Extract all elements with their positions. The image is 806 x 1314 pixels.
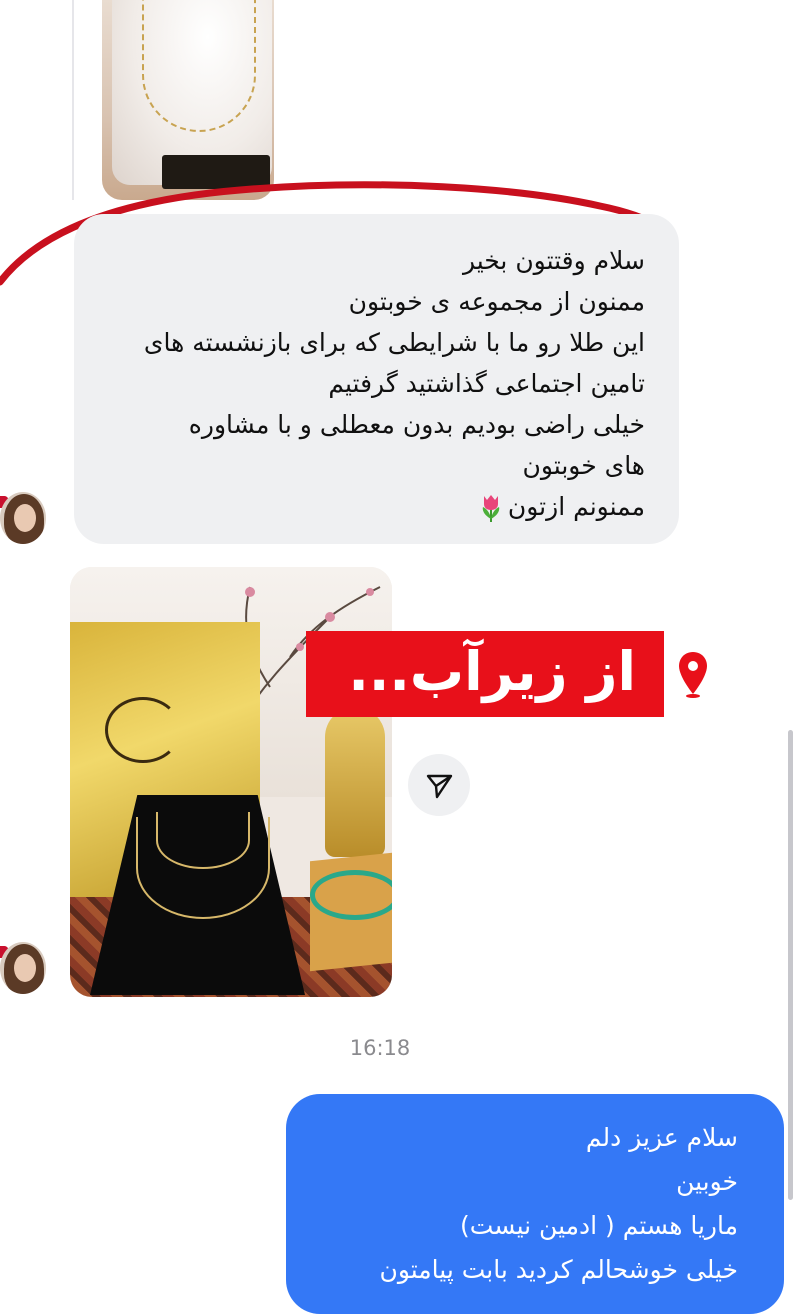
tulip-icon [482, 495, 500, 522]
message-line: این طلا رو ما با شرایطی که برای بازنشسته… [143, 328, 645, 357]
message-line-last: ممنونم ازتون [94, 486, 645, 527]
overlay-banner: از زیرآب... [306, 631, 664, 717]
avatar-face [14, 954, 36, 982]
brand-logo-mark [105, 697, 181, 763]
necklace-long [136, 817, 270, 919]
avatar[interactable] [0, 942, 46, 994]
location-pin-icon [679, 652, 707, 698]
share-button[interactable] [408, 754, 470, 816]
message-line: خیلی خوشحالم کردید بابت پیامتون [379, 1255, 738, 1284]
avatar[interactable] [0, 492, 46, 544]
message-line: خوبین [676, 1167, 738, 1196]
necklace-chain [142, 0, 256, 132]
message-line: تامین اجتماعی گذاشتید گرفتیم [328, 369, 645, 398]
message-line: سلام وقتتون بخیر [462, 246, 645, 275]
green-bracelet [310, 870, 392, 920]
message-line-text: ممنونم ازتون [507, 492, 645, 521]
message-line: ماریا هستم ( ادمین نیست) [459, 1211, 738, 1240]
message-timestamp: 16:18 [349, 1036, 411, 1060]
outgoing-message-bubble[interactable]: سلام عزیز دلم خوبین ماریا هستم ( ادمین ن… [286, 1094, 784, 1314]
scrollbar[interactable] [788, 730, 793, 1200]
gold-vase [325, 707, 385, 857]
send-icon [426, 774, 453, 799]
incoming-message-bubble[interactable]: سلام وقتتون بخیر ممنون از مجموعه ی خوبتو… [74, 214, 679, 544]
message-line: های خوبتون [522, 451, 645, 480]
overlay-text: از زیرآب... [348, 640, 636, 703]
message-line: خیلی راضی بودیم بدون معطلی و با مشاوره [188, 410, 645, 439]
message-line: سلام عزیز دلم [585, 1123, 738, 1152]
message-line: ممنون از مجموعه ی خوبتون [348, 287, 645, 316]
avatar-face [14, 504, 36, 532]
